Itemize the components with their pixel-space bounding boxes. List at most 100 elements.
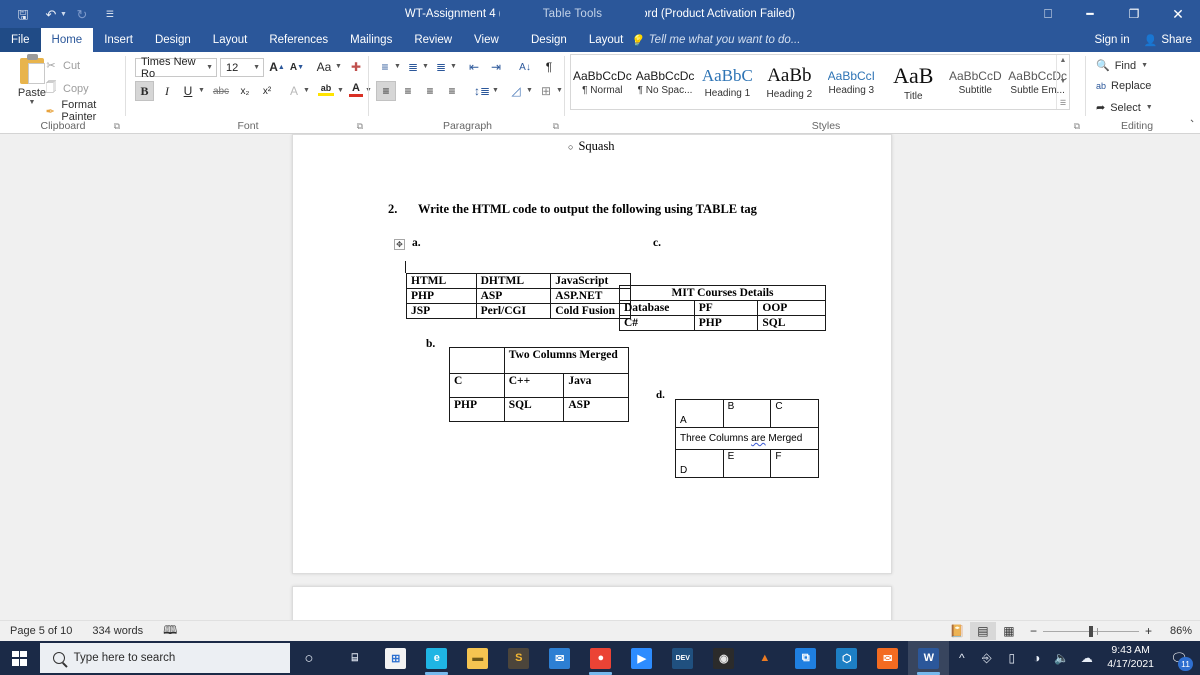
- cell-c-2-2[interactable]: SQL: [757, 315, 826, 331]
- notifications-button[interactable]: 🗨 11: [1162, 641, 1196, 675]
- line-spacing-button[interactable]: ↕≣: [472, 81, 492, 101]
- safely-remove-hardware-icon[interactable]: ⎆: [974, 641, 999, 675]
- find-button[interactable]: 🔍 Find ▼: [1096, 59, 1148, 73]
- sign-in-link[interactable]: Sign in: [1094, 34, 1129, 46]
- taskbar-task-view[interactable]: ⌸: [334, 641, 375, 675]
- show-hidden-icons-icon[interactable]: ^: [949, 641, 974, 675]
- cell-b-1-0[interactable]: C: [449, 373, 505, 398]
- borders-dropdown-icon[interactable]: ▼: [556, 87, 563, 94]
- text-effects-button[interactable]: A: [285, 81, 303, 101]
- taskbar-search-input[interactable]: Type here to search: [39, 643, 290, 673]
- table-b[interactable]: Two Columns Merged C C++ Java PHP SQL AS…: [449, 347, 630, 422]
- ribbon-display-options-icon[interactable]: ⎕: [1028, 0, 1068, 28]
- paragraph-dialog-launcher[interactable]: ⧉: [553, 121, 559, 132]
- cut-button[interactable]: ✂ Cut: [44, 59, 80, 73]
- table-move-handle-a[interactable]: ✥: [394, 239, 405, 250]
- table-row[interactable]: HTML DHTML JavaScript: [406, 273, 631, 289]
- multilevel-list-button[interactable]: ≣: [432, 57, 450, 77]
- clipboard-dialog-launcher[interactable]: ⧉: [114, 121, 120, 132]
- font-name-dropdown-icon[interactable]: ▼: [206, 64, 213, 71]
- change-case-dropdown-icon[interactable]: ▼: [335, 63, 342, 70]
- change-case-button[interactable]: Aa: [313, 57, 335, 77]
- styles-gallery-scrollbar[interactable]: ▲ ▼ ☰: [1056, 55, 1069, 109]
- cell-c-1-2[interactable]: OOP: [757, 300, 826, 316]
- cell-a-0-0[interactable]: HTML: [406, 273, 477, 289]
- tab-design[interactable]: Design: [144, 28, 202, 52]
- onedrive-icon[interactable]: ☁: [1074, 641, 1099, 675]
- replace-button[interactable]: ab Replace: [1096, 80, 1151, 92]
- styles-more-icon[interactable]: ☰: [1060, 99, 1066, 107]
- superscript-button[interactable]: x²: [257, 81, 277, 101]
- undo-dropdown-icon[interactable]: ▼: [60, 11, 67, 18]
- cell-b-merged-header[interactable]: Two Columns Merged: [503, 347, 630, 374]
- taskbar-clock[interactable]: 9:43 AM 4/17/2021: [1099, 644, 1162, 671]
- text-effects-dropdown-icon[interactable]: ▼: [303, 87, 310, 94]
- borders-button[interactable]: ⊞: [536, 81, 556, 101]
- taskbar-visual-studio-code[interactable]: ⬡: [826, 641, 867, 675]
- line-spacing-dropdown-icon[interactable]: ▼: [492, 87, 499, 94]
- network-icon[interactable]: ◑: [1024, 641, 1049, 675]
- bullets-button[interactable]: ≡: [376, 57, 394, 77]
- style-item--normal[interactable]: AaBbCcDc ¶ Normal: [571, 55, 634, 109]
- zoom-track[interactable]: [1042, 625, 1139, 637]
- table-row[interactable]: C C++ Java: [449, 373, 629, 398]
- select-dropdown-icon[interactable]: ▼: [1146, 104, 1153, 111]
- taskbar-dev-cpp[interactable]: DEV: [662, 641, 703, 675]
- customize-quick-access-icon[interactable]: ☰: [97, 3, 123, 25]
- print-layout-button[interactable]: ▤: [969, 622, 996, 640]
- style-item-subtitle[interactable]: AaBbCcD Subtitle: [944, 55, 1006, 109]
- cell-a-2-1[interactable]: Perl/CGI: [475, 303, 552, 319]
- cell-c-1-1[interactable]: PF: [693, 300, 759, 316]
- style-item--no-spac[interactable]: AaBbCcDc ¶ No Spac...: [634, 55, 697, 109]
- cell-b-2-0[interactable]: PHP: [449, 397, 505, 422]
- find-dropdown-icon[interactable]: ▼: [1141, 62, 1148, 69]
- document-canvas[interactable]: ○ Squash 2. Write the HTML code to outpu…: [0, 134, 1200, 620]
- numbering-button[interactable]: ≣: [404, 57, 422, 77]
- battery-icon[interactable]: ▯: [999, 641, 1024, 675]
- table-row[interactable]: C# PHP SQL: [619, 315, 826, 331]
- read-mode-button[interactable]: 📔: [944, 622, 970, 640]
- shrink-font-button[interactable]: A ▼: [288, 57, 306, 77]
- taskbar-file-explorer[interactable]: ▬: [457, 641, 498, 675]
- cell-a-1-1[interactable]: ASP: [475, 288, 552, 304]
- taskbar-obs-studio[interactable]: ◉: [703, 641, 744, 675]
- strikethrough-button[interactable]: abc: [209, 81, 233, 101]
- cell-a-2-0[interactable]: JSP: [406, 303, 477, 319]
- cell-c-2-1[interactable]: PHP: [693, 315, 759, 331]
- align-center-button[interactable]: ≡: [398, 81, 418, 101]
- restore-button[interactable]: ❐: [1112, 0, 1156, 28]
- cell-b-1-2[interactable]: Java: [563, 373, 629, 398]
- cell-b-2-1[interactable]: SQL: [503, 397, 565, 422]
- taskbar-microsoft-word[interactable]: W: [908, 641, 950, 675]
- cell-b-1-1[interactable]: C++: [503, 373, 565, 398]
- tab-review[interactable]: Review: [403, 28, 463, 52]
- styles-scroll-down-icon[interactable]: ▼: [1060, 78, 1067, 85]
- styles-gallery[interactable]: AaBbCcDc ¶ Normal AaBbCcDc ¶ No Spac... AaBb…: [570, 54, 1070, 110]
- decrease-indent-button[interactable]: ⇤: [464, 57, 484, 77]
- table-d[interactable]: A B C Three Columns are Merged D E F: [675, 399, 819, 478]
- cell-c-title[interactable]: MIT Courses Details: [619, 285, 826, 301]
- taskbar-filmora[interactable]: ⧉: [785, 641, 826, 675]
- tab-table-design[interactable]: Design: [520, 28, 578, 52]
- zoom-out-button[interactable]: −: [1030, 624, 1037, 638]
- table-a[interactable]: HTML DHTML JavaScript PHP ASP ASP.NET JS…: [406, 273, 631, 319]
- taskbar-microsoft-edge[interactable]: e: [416, 641, 457, 675]
- cell-c-1-0[interactable]: Database: [619, 300, 695, 316]
- cell-d-2-1[interactable]: E: [722, 449, 772, 478]
- bullets-dropdown-icon[interactable]: ▼: [394, 63, 401, 70]
- italic-button[interactable]: I: [158, 81, 176, 101]
- tab-references[interactable]: References: [258, 28, 339, 52]
- cell-d-merged-row[interactable]: Three Columns are Merged: [675, 427, 819, 450]
- taskbar-google-chrome[interactable]: ●: [580, 641, 621, 675]
- cortana-icon[interactable]: ○: [290, 641, 329, 675]
- table-row[interactable]: D E F: [675, 449, 819, 478]
- show-formatting-marks-button[interactable]: ¶: [540, 57, 558, 77]
- cell-d-2-0[interactable]: D: [675, 449, 724, 478]
- word-count[interactable]: 334 words: [82, 625, 153, 637]
- taskbar-vlc-media-player[interactable]: ▲: [744, 641, 785, 675]
- close-button[interactable]: ✕: [1156, 0, 1200, 28]
- align-left-button[interactable]: ≡: [376, 81, 396, 101]
- table-c[interactable]: MIT Courses Details Database PF OOP C# P…: [619, 285, 826, 331]
- clear-formatting-button[interactable]: ✚: [347, 57, 365, 77]
- share-button[interactable]: 👤 Share: [1144, 34, 1192, 47]
